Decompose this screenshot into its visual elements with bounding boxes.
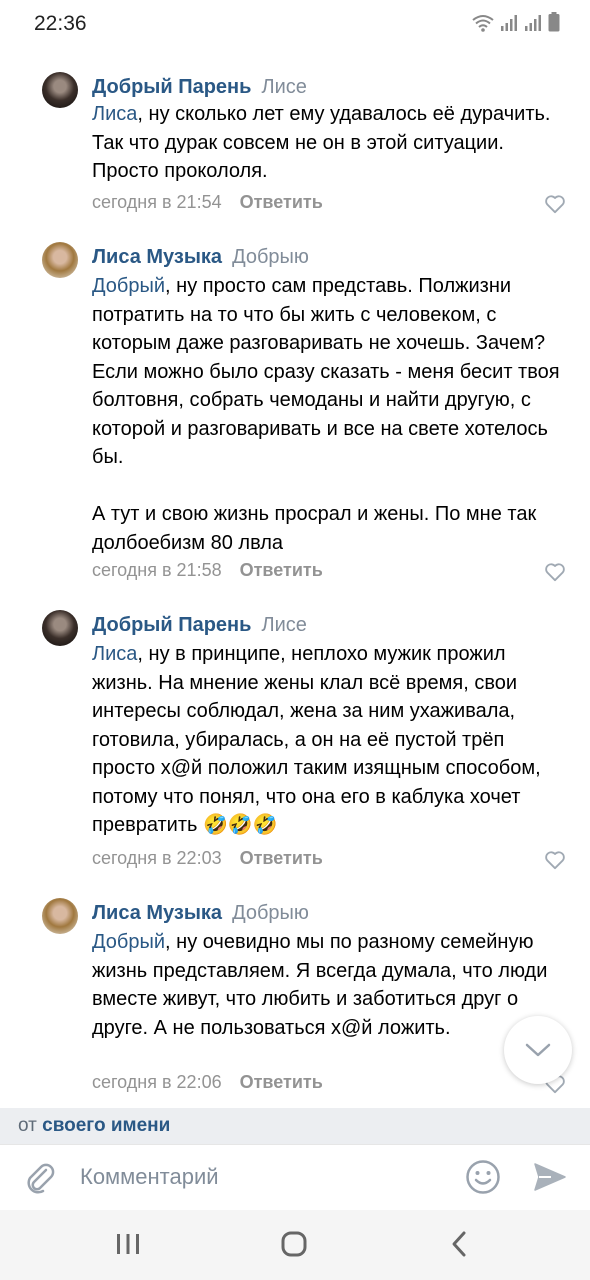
reply-button[interactable]: Ответить — [240, 192, 323, 212]
comment-meta: сегодня в 22:06 Ответить — [92, 1072, 323, 1093]
mention-link[interactable]: Добрый — [92, 931, 165, 953]
comment-header: Добрый Парень Лисе — [92, 74, 307, 100]
heart-icon[interactable] — [544, 850, 566, 870]
wifi-icon — [472, 15, 494, 32]
status-time: 22:36 — [34, 12, 87, 35]
post-as-prefix: от — [18, 1115, 37, 1136]
comment-body: , ну просто сам представь. Полжизни потр… — [92, 275, 560, 468]
back-icon[interactable] — [449, 1230, 469, 1258]
reply-button[interactable]: Ответить — [240, 1072, 323, 1092]
comment-text: Добрый, ну просто сам представь. Полжизн… — [92, 272, 568, 557]
battery-icon — [548, 12, 560, 32]
comment-time: сегодня в 21:54 — [92, 192, 222, 212]
author-name[interactable]: Добрый Парень — [92, 76, 251, 98]
comment-text: Добрый, ну очевидно мы по разному семейн… — [92, 928, 568, 1042]
post-as-name[interactable]: своего имени — [42, 1115, 170, 1136]
mention-link[interactable]: Добрый — [92, 275, 165, 297]
comment-body-2: А тут и свою жизнь просрал и жены. По мн… — [92, 503, 537, 554]
paperclip-icon[interactable] — [24, 1161, 56, 1195]
status-icons — [472, 12, 560, 32]
reply-button[interactable]: Ответить — [240, 560, 323, 580]
send-icon[interactable] — [533, 1161, 567, 1193]
system-nav-bar — [0, 1210, 590, 1280]
status-bar: 22:36 — [0, 0, 590, 46]
comment-text: Лиса, ну в принципе, неплохо мужик прожи… — [92, 640, 568, 840]
comment-meta: сегодня в 21:58 Ответить — [92, 560, 323, 581]
chevron-down-icon — [525, 1043, 551, 1057]
heart-icon[interactable] — [544, 194, 566, 214]
smile-icon[interactable] — [465, 1159, 501, 1195]
author-name[interactable]: Лиса Музыка — [92, 902, 222, 924]
reply-to: Лисе — [261, 614, 307, 636]
heart-icon[interactable] — [544, 562, 566, 582]
comment-input[interactable] — [80, 1157, 450, 1197]
home-icon[interactable] — [280, 1230, 308, 1258]
reply-to: Лисе — [261, 76, 307, 98]
comment-meta: сегодня в 21:54 Ответить — [92, 192, 323, 213]
post-as-bar[interactable]: от своего имени — [0, 1108, 590, 1144]
avatar[interactable] — [42, 610, 78, 646]
signal-icon — [501, 15, 517, 31]
comment-time: сегодня в 22:03 — [92, 848, 222, 868]
reply-to: Добрыю — [232, 246, 309, 268]
comment-time: сегодня в 22:06 — [92, 1072, 222, 1092]
comment-time: сегодня в 21:58 — [92, 560, 222, 580]
avatar[interactable] — [42, 72, 78, 108]
reply-button[interactable]: Ответить — [240, 848, 323, 868]
comments-feed[interactable]: Добрый Парень Лисе Лиса, ну сколько лет е… — [0, 46, 590, 1108]
recent-apps-icon[interactable] — [116, 1230, 140, 1258]
comment-body: , ну сколько лет ему удавалось её дурачи… — [92, 103, 551, 182]
comment-input-bar — [0, 1144, 590, 1210]
scroll-down-button[interactable] — [504, 1016, 572, 1084]
comment-header: Добрый Парень Лисе — [92, 612, 307, 638]
mention-link[interactable]: Лиса — [92, 103, 137, 125]
comment-meta: сегодня в 22:03 Ответить — [92, 848, 323, 869]
comment-body: , ну в принципе, неплохо мужик прожил жи… — [92, 643, 541, 836]
reply-to: Добрыю — [232, 902, 309, 924]
comment-header: Лиса Музыка Добрыю — [92, 244, 309, 270]
avatar[interactable] — [42, 242, 78, 278]
avatar[interactable] — [42, 898, 78, 934]
signal-icon-2 — [525, 15, 541, 31]
comment-text: Лиса, ну сколько лет ему удавалось её ду… — [92, 100, 568, 186]
mention-link[interactable]: Лиса — [92, 643, 137, 665]
post-as-text: от своего имени — [18, 1115, 170, 1137]
author-name[interactable]: Добрый Парень — [92, 614, 251, 636]
author-name[interactable]: Лиса Музыка — [92, 246, 222, 268]
comment-header: Лиса Музыка Добрыю — [92, 900, 309, 926]
